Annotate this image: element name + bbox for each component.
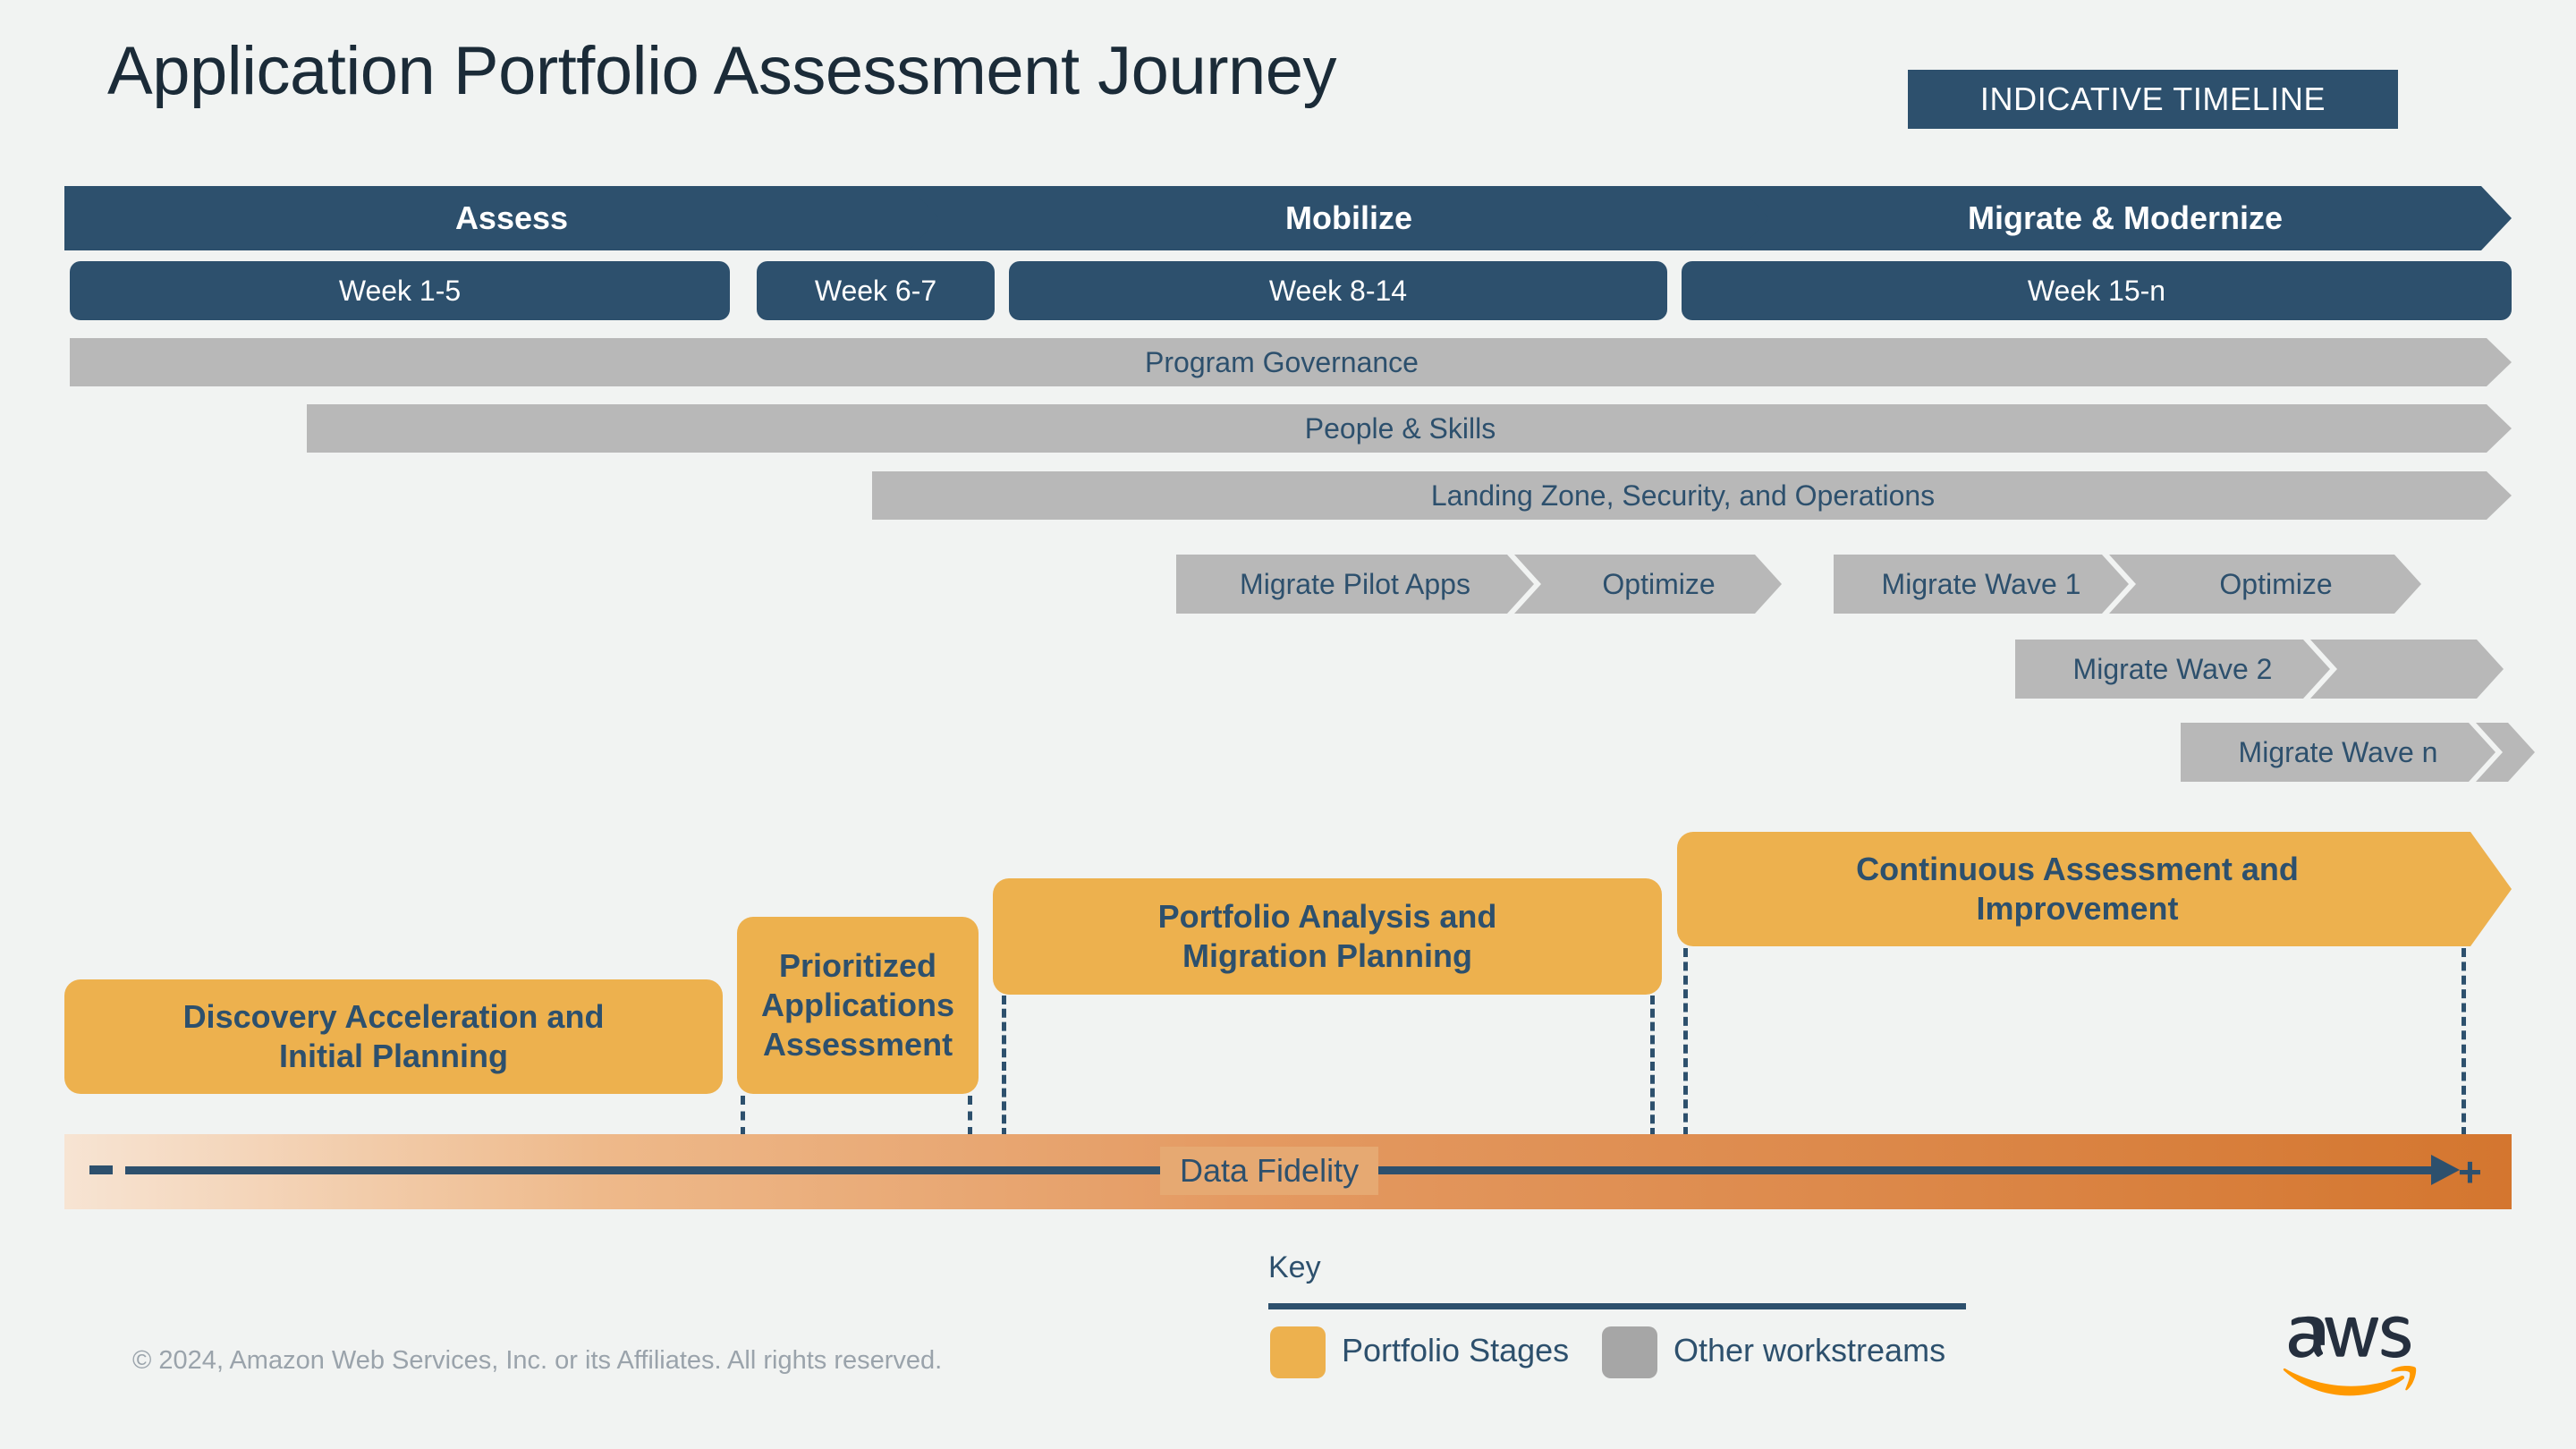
aws-logo [2283, 1316, 2417, 1396]
wave-segment [2310, 640, 2504, 699]
fidelity-plus-icon: + [2458, 1148, 2482, 1195]
phase-mobilize: Mobilize [909, 186, 1789, 250]
diagram-canvas: Application Portfolio Assessment Journey… [0, 0, 2576, 1449]
stage-connector-line [2462, 948, 2466, 1136]
copyright-text: © 2024, Amazon Web Services, Inc. or its… [132, 1346, 943, 1375]
stage-connector-line [968, 1096, 972, 1136]
portfolio-stage-label: Prioritized Applications Assessment [760, 947, 955, 1063]
key-swatch [1602, 1326, 1657, 1378]
week-pill: Week 6-7 [757, 261, 995, 320]
portfolio-stage-label: Portfolio Analysis and Migration Planning [1157, 898, 1497, 974]
fidelity-minus-icon [89, 1165, 113, 1174]
stage-connector-line [1002, 996, 1006, 1137]
key-label: Portfolio Stages [1342, 1332, 1570, 1368]
data-fidelity-label: Data Fidelity [1160, 1147, 1379, 1195]
key-title: Key [1268, 1250, 1321, 1284]
week-pill: Week 15-n [1682, 261, 2512, 320]
wave-segment: Optimize [1514, 555, 1782, 614]
stage-connector-line [1650, 996, 1655, 1137]
stage-connector-line [1683, 948, 1688, 1136]
workstream-bar: Landing Zone, Security, and Operations [872, 471, 2512, 520]
wave-segment: Optimize [2109, 555, 2421, 614]
wave-segment: Migrate Wave 2 [2015, 640, 2330, 699]
portfolio-stage: Continuous Assessment and Improvement [1677, 832, 2512, 946]
week-pill: Week 8-14 [1009, 261, 1667, 320]
wave-segment: Migrate Wave 1 [1834, 555, 2129, 614]
week-pill: Week 1-5 [70, 261, 730, 320]
key-label: Other workstreams [1674, 1332, 1946, 1368]
key-swatch [1270, 1326, 1326, 1378]
portfolio-stage-label: Continuous Assessment and Improvement [1856, 851, 2299, 927]
workstream-label: Program Governance [1145, 345, 1419, 378]
portfolio-stage-label: Discovery Acceleration and Initial Planni… [182, 998, 605, 1074]
page-title: Application Portfolio Assessment Journey [107, 33, 1337, 109]
stage-connector-line [741, 1096, 745, 1136]
portfolio-stage: Discovery Acceleration and Initial Planni… [64, 979, 723, 1094]
fidelity-arrow-icon [2431, 1155, 2460, 1185]
key-divider [1268, 1303, 1966, 1309]
workstream-label: Landing Zone, Security, and Operations [1430, 479, 1936, 512]
portfolio-stage: Prioritized Applications Assessment [737, 917, 979, 1094]
workstream-bar: People & Skills [307, 404, 2512, 453]
portfolio-stage: Portfolio Analysis and Migration Planning [993, 878, 1662, 995]
workstream-bar: Program Governance [70, 338, 2512, 386]
workstream-label: People & Skills [1304, 411, 1496, 445]
phase-migrate-modernize: Migrate & Modernize [1739, 186, 2512, 250]
indicative-timeline-badge: INDICATIVE TIMELINE [1908, 70, 2398, 129]
phase-assess: Assess [64, 186, 959, 250]
wave-segment: Migrate Pilot Apps [1176, 555, 1534, 614]
wave-segment: Migrate Wave n [2181, 723, 2496, 782]
